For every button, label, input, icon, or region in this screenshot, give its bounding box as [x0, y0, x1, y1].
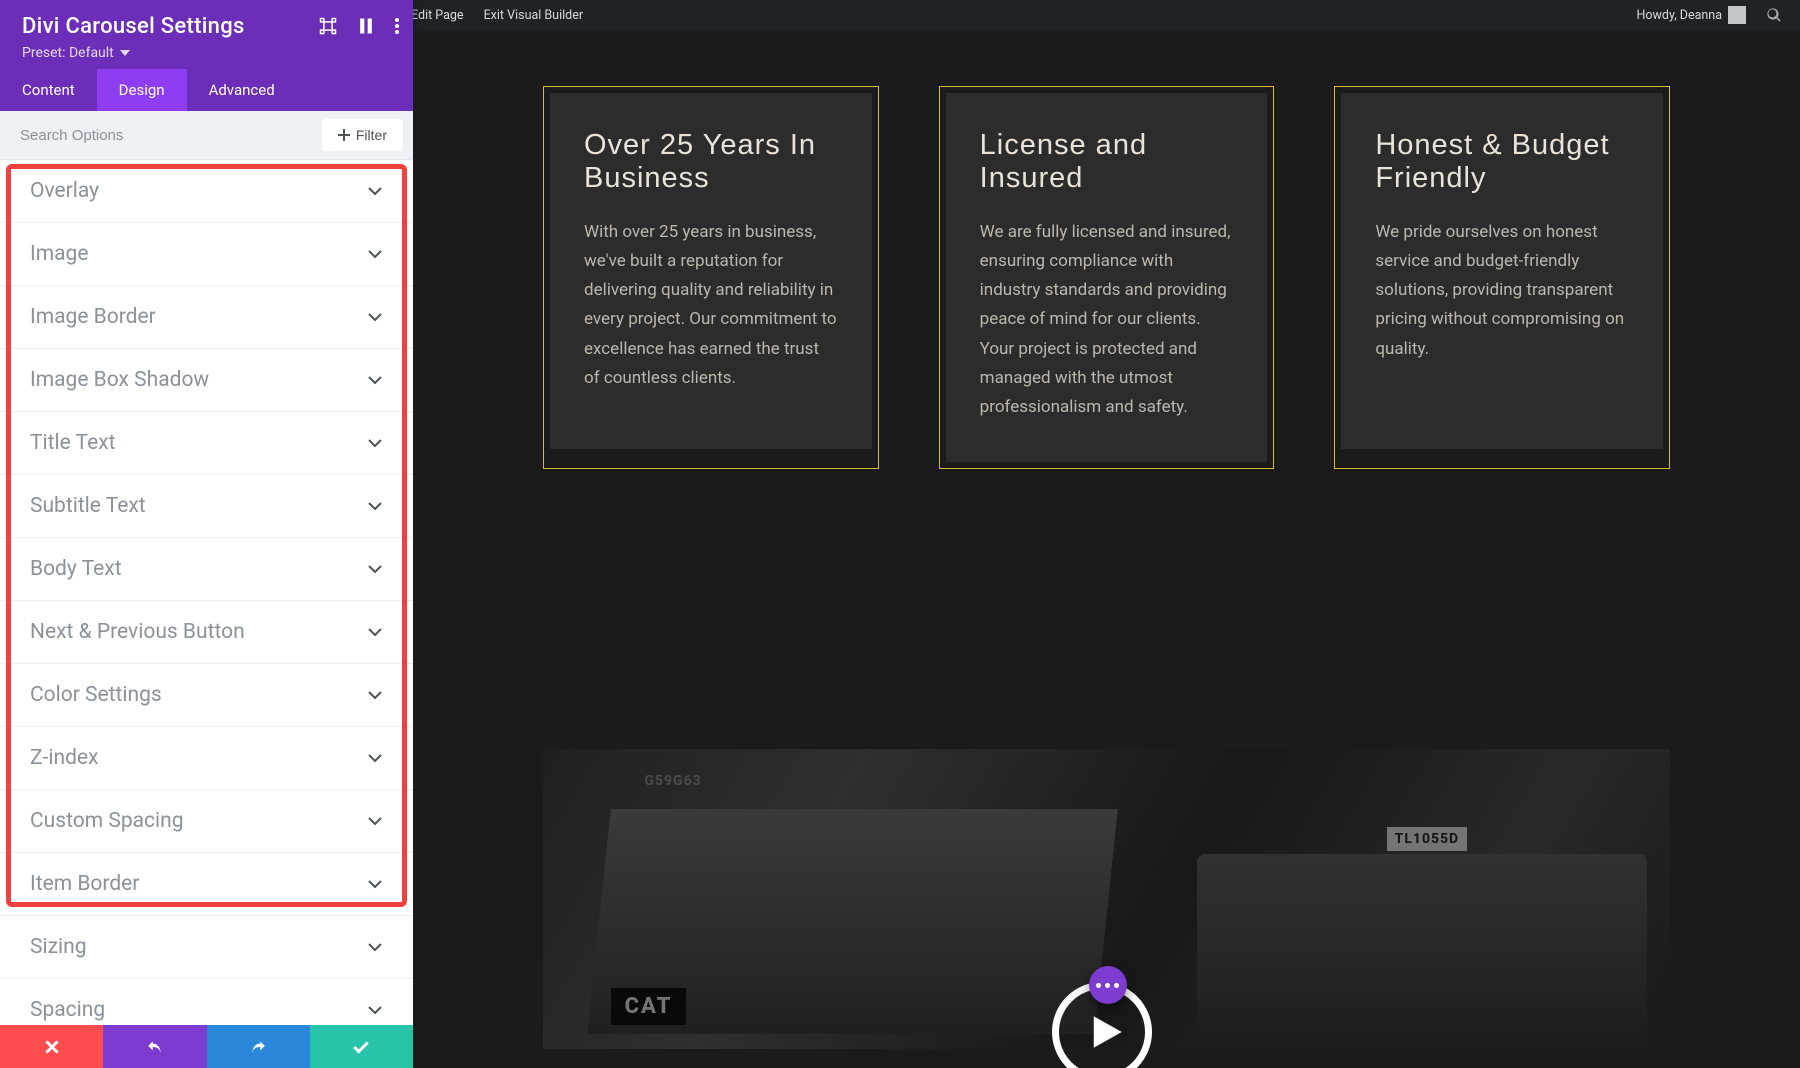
play-button-group — [1052, 962, 1162, 1068]
caret-down-icon — [120, 48, 130, 58]
card-body: We pride ourselves on honest service and… — [1375, 218, 1629, 364]
filter-button[interactable]: Filter — [322, 119, 403, 151]
search-row: Filter — [0, 111, 413, 160]
chevron-down-icon — [367, 183, 383, 199]
option-label: Body Text — [30, 557, 122, 581]
chevron-down-icon — [367, 939, 383, 955]
chevron-down-icon — [367, 498, 383, 514]
option-label: Z-index — [30, 746, 99, 770]
hero-label: CAT — [611, 988, 687, 1025]
more-menu-icon[interactable] — [394, 16, 399, 36]
options-list[interactable]: Overlay Image Image Border Image Box Sha… — [0, 160, 413, 1025]
card-title: License and Insured — [980, 129, 1234, 196]
option-label: Color Settings — [30, 683, 162, 707]
option-label: Image Box Shadow — [30, 368, 209, 392]
feature-cards-row: Over 25 Years In Business With over 25 y… — [543, 86, 1670, 469]
chevron-down-icon — [367, 309, 383, 325]
filter-label: Filter — [356, 127, 387, 143]
chevron-down-icon — [367, 624, 383, 640]
exit-vb-text: Exit Visual Builder — [484, 8, 584, 23]
chevron-down-icon — [367, 435, 383, 451]
howdy-text: Howdy, Deanna — [1636, 8, 1722, 23]
responsive-icon[interactable] — [318, 16, 338, 36]
chevron-down-icon — [367, 813, 383, 829]
card-title: Honest & Budget Friendly — [1375, 129, 1629, 196]
card-title: Over 25 Years In Business — [584, 129, 838, 196]
card-body: We are fully licensed and insured, ensur… — [980, 218, 1234, 423]
option-sizing[interactable]: Sizing — [0, 916, 413, 979]
user-avatar — [1728, 6, 1746, 24]
option-label: Next & Previous Button — [30, 620, 245, 644]
chevron-down-icon — [367, 561, 383, 577]
tab-content[interactable]: Content — [0, 69, 97, 111]
option-color-settings[interactable]: Color Settings — [0, 664, 413, 727]
undo-icon — [146, 1038, 164, 1056]
chevron-down-icon — [367, 687, 383, 703]
option-body-text[interactable]: Body Text — [0, 538, 413, 601]
divi-module-menu-button[interactable] — [1089, 966, 1127, 1004]
tab-advanced[interactable]: Advanced — [187, 69, 297, 111]
option-subtitle-text[interactable]: Subtitle Text — [0, 475, 413, 538]
save-button[interactable] — [310, 1025, 413, 1068]
search-icon — [1766, 7, 1782, 23]
feature-card[interactable]: Over 25 Years In Business With over 25 y… — [543, 86, 879, 469]
option-label: Spacing — [30, 998, 105, 1022]
option-overlay[interactable]: Overlay — [0, 160, 413, 223]
preset-dropdown[interactable]: Preset: Default — [22, 45, 391, 61]
option-title-text[interactable]: Title Text — [0, 412, 413, 475]
option-image-box-shadow[interactable]: Image Box Shadow — [0, 349, 413, 412]
hero-label: G59G63 — [644, 773, 701, 789]
card-body: With over 25 years in business, we've bu… — [584, 218, 838, 393]
option-spacing[interactable]: Spacing — [0, 979, 413, 1025]
hero-label: TL1055D — [1387, 827, 1467, 851]
chevron-down-icon — [367, 750, 383, 766]
check-icon — [352, 1038, 370, 1056]
option-label: Image — [30, 242, 88, 266]
close-icon — [43, 1038, 61, 1056]
option-label: Custom Spacing — [30, 809, 184, 833]
option-label: Sizing — [30, 935, 87, 959]
option-label: Subtitle Text — [30, 494, 146, 518]
tab-design[interactable]: Design — [97, 69, 187, 111]
chevron-down-icon — [367, 372, 383, 388]
chevron-down-icon — [367, 246, 383, 262]
hero-label: CAT — [1445, 863, 1501, 894]
search-toggle[interactable] — [1756, 0, 1792, 30]
chevron-down-icon — [367, 876, 383, 892]
option-label: Overlay — [30, 179, 99, 203]
divi-settings-sidebar: Divi Carousel Settings Preset: Default C… — [0, 0, 413, 1068]
option-next-prev-button[interactable]: Next & Previous Button — [0, 601, 413, 664]
plus-small-icon — [338, 129, 350, 141]
sidebar-tabs: Content Design Advanced — [0, 69, 413, 111]
snap-icon[interactable] — [356, 16, 376, 36]
option-item-border[interactable]: Item Border — [0, 853, 413, 916]
option-label: Title Text — [30, 431, 116, 455]
redo-button[interactable] — [207, 1025, 310, 1068]
howdy-user[interactable]: Howdy, Deanna — [1626, 0, 1756, 30]
option-z-index[interactable]: Z-index — [0, 727, 413, 790]
search-options-input[interactable] — [0, 113, 312, 158]
sidebar-header: Divi Carousel Settings Preset: Default — [0, 0, 413, 69]
option-label: Image Border — [30, 305, 156, 329]
redo-icon — [249, 1038, 267, 1056]
exit-visual-builder[interactable]: Exit Visual Builder — [474, 0, 594, 30]
option-label: Item Border — [30, 872, 139, 896]
sidebar-footer — [0, 1025, 413, 1068]
chevron-down-icon — [367, 1002, 383, 1018]
option-custom-spacing[interactable]: Custom Spacing — [0, 790, 413, 853]
option-image[interactable]: Image — [0, 223, 413, 286]
play-icon — [1085, 1011, 1127, 1053]
feature-card[interactable]: License and Insured We are fully license… — [939, 86, 1275, 469]
option-image-border[interactable]: Image Border — [0, 286, 413, 349]
feature-card[interactable]: Honest & Budget Friendly We pride oursel… — [1334, 86, 1670, 469]
preset-label: Preset: Default — [22, 45, 114, 61]
page-preview: Over 25 Years In Business With over 25 y… — [413, 30, 1800, 1068]
undo-button[interactable] — [103, 1025, 206, 1068]
edit-page-text: Edit Page — [411, 8, 464, 23]
cancel-button[interactable] — [0, 1025, 103, 1068]
